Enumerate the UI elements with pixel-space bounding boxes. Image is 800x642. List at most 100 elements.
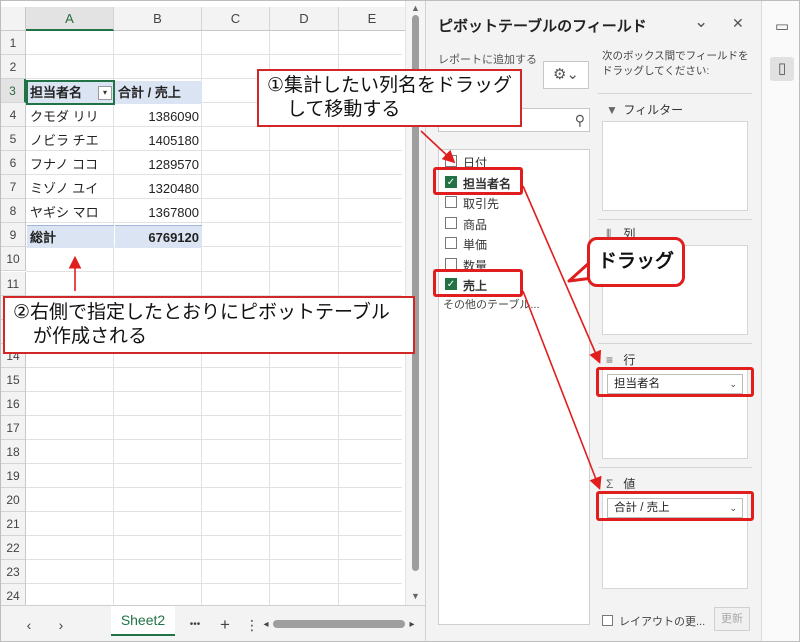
defer-layout-update-checkbox[interactable]: レイアウトの更... xyxy=(602,613,705,629)
row-gridline xyxy=(26,535,402,537)
drag-bubble: ドラッグ xyxy=(587,237,685,287)
pivot-row-name[interactable]: フナノ ココ xyxy=(27,153,114,176)
row-header-18[interactable]: 18 xyxy=(1,439,26,464)
pivot-row-name[interactable]: ミゾノ ユイ xyxy=(27,177,114,200)
horizontal-scroll-thumb[interactable] xyxy=(273,620,405,628)
row-header-9[interactable]: 9 xyxy=(1,223,26,248)
more-tables-link[interactable]: その他のテーブル... xyxy=(443,296,540,312)
pivot-grand-total-value[interactable]: 6769120 xyxy=(115,225,202,248)
close-icon[interactable]: ✕ xyxy=(732,15,744,32)
field-checkbox[interactable] xyxy=(445,196,457,208)
pivot-row-name[interactable]: ヤギシ マロ xyxy=(27,201,114,224)
row-header-4[interactable]: 4 xyxy=(1,103,26,128)
pivot-row-value[interactable]: 1386090 xyxy=(115,105,202,128)
update-button[interactable]: 更新 xyxy=(714,607,750,631)
row-header-16[interactable]: 16 xyxy=(1,391,26,416)
sheet-tab-sheet2[interactable]: Sheet2 xyxy=(111,606,175,636)
highlight-field-tantousha xyxy=(433,167,523,195)
gear-icon[interactable]: ⚙⌄ xyxy=(543,61,589,89)
row-header-2[interactable]: 2 xyxy=(1,55,26,80)
row-header-23[interactable]: 23 xyxy=(1,560,26,585)
highlight-field-uriage xyxy=(433,269,523,297)
excel-window: ABCDE 1234567891011121314151617181920212… xyxy=(0,0,800,642)
row-gridline xyxy=(26,414,402,416)
search-icon: ⚲ xyxy=(574,112,585,128)
row-header-21[interactable]: 21 xyxy=(1,512,26,537)
add-sheet-icon[interactable]: + xyxy=(215,614,235,636)
rows-icon: ≡ xyxy=(606,353,614,367)
row-gridline xyxy=(26,270,402,272)
area-divider xyxy=(598,93,752,94)
row-gridline xyxy=(26,583,402,585)
sigma-icon: Σ xyxy=(606,477,614,491)
prev-sheet-icon[interactable]: ‹ xyxy=(19,614,39,636)
column-header-d[interactable]: D xyxy=(270,7,339,31)
field-list-pane-icon[interactable]: ▭ xyxy=(770,15,794,39)
pivot-header-sum[interactable]: 合計 / 売上 xyxy=(115,81,202,104)
filter-drop-zone[interactable] xyxy=(602,121,748,211)
row-header-3[interactable]: 3 xyxy=(1,79,26,104)
row-header-5[interactable]: 5 xyxy=(1,127,26,152)
callout-2-line-2: が作成される xyxy=(33,326,148,347)
row-header-20[interactable]: 20 xyxy=(1,487,26,512)
values-area-label: Σ 値 xyxy=(606,475,635,492)
more-sheets-icon[interactable]: ••• xyxy=(185,614,205,636)
format-pane-icon[interactable]: ▯ xyxy=(770,57,794,81)
scroll-up-arrow[interactable]: ▲ xyxy=(411,3,420,13)
row-gridline xyxy=(26,366,402,368)
row-header-7[interactable]: 7 xyxy=(1,175,26,200)
field-checkbox[interactable] xyxy=(445,237,457,249)
defer-checkbox-box[interactable] xyxy=(602,615,613,626)
row-header-10[interactable]: 10 xyxy=(1,247,26,272)
next-sheet-icon[interactable]: › xyxy=(51,614,71,636)
row-header-11[interactable]: 11 xyxy=(1,271,26,296)
area-divider xyxy=(598,467,752,468)
pane-options-chevron-icon[interactable]: ⌄ xyxy=(694,12,708,32)
row-header-1[interactable]: 1 xyxy=(1,31,26,56)
area-drag-hint: 次のボックス間でフィールドをドラッグしてください: xyxy=(602,50,749,77)
field-label: 単価 xyxy=(463,238,488,252)
field-list: 日付 ✓ 担当者名 取引先 商品 単価 数量 ✓ 売上 その他のテーブル... xyxy=(438,149,590,625)
filter-area-label: ▼ フィルター xyxy=(606,101,683,118)
row-header-17[interactable]: 17 xyxy=(1,415,26,440)
pivot-row-value[interactable]: 1367800 xyxy=(115,201,202,224)
column-header-e[interactable]: E xyxy=(339,7,406,31)
row-header-22[interactable]: 22 xyxy=(1,536,26,561)
row-gridline xyxy=(26,438,402,440)
row-header-19[interactable]: 19 xyxy=(1,463,26,488)
pane-title: ピボットテーブルのフィールド xyxy=(438,18,647,35)
field-checkbox[interactable] xyxy=(445,155,457,167)
column-header-b[interactable]: B xyxy=(114,7,202,31)
filter-area-text: フィルター xyxy=(623,103,684,117)
rows-area-label: ≡ 行 xyxy=(606,351,635,368)
pivot-row-value[interactable]: 1405180 xyxy=(115,129,202,152)
hscroll-right-icon[interactable]: ▸ xyxy=(407,614,417,636)
field-checkbox[interactable] xyxy=(445,216,457,229)
pivot-row-value[interactable]: 1320480 xyxy=(115,177,202,200)
rows-area-text: 行 xyxy=(623,353,636,367)
select-all-corner[interactable] xyxy=(1,7,26,31)
scroll-down-arrow[interactable]: ▼ xyxy=(411,591,420,601)
row-gridline xyxy=(26,486,402,488)
callout-1-line-1: ①集計したい列名をドラッグ xyxy=(267,75,513,96)
values-area-text: 値 xyxy=(623,477,636,491)
callout-1-line-2: して移動する xyxy=(287,99,401,120)
row-gridline xyxy=(26,54,402,56)
field-checkbox[interactable] xyxy=(445,257,457,270)
pivot-grand-total-label[interactable]: 総計 xyxy=(27,225,114,248)
callout-2-line-1: ②右側で指定したとおりにピボットテーブル xyxy=(13,302,390,323)
pivot-row-value[interactable]: 1289570 xyxy=(115,153,202,176)
add-to-report-label: レポートに追加する xyxy=(438,54,537,66)
row-gridline xyxy=(26,559,402,561)
row-header-8[interactable]: 8 xyxy=(1,199,26,224)
column-header-a[interactable]: A xyxy=(26,7,114,31)
row-header-15[interactable]: 15 xyxy=(1,367,26,392)
area-divider xyxy=(598,219,752,220)
sheet-options-icon[interactable]: ⋮ xyxy=(245,614,259,636)
pivot-row-name[interactable]: ノビラ チエ xyxy=(27,129,114,152)
row-header-6[interactable]: 6 xyxy=(1,151,26,176)
column-header-c[interactable]: C xyxy=(202,7,270,31)
hscroll-left-icon[interactable]: ◂ xyxy=(261,614,271,636)
filter-icon: ▼ xyxy=(606,103,618,117)
pivot-row-name[interactable]: クモダ リリ xyxy=(27,105,114,128)
